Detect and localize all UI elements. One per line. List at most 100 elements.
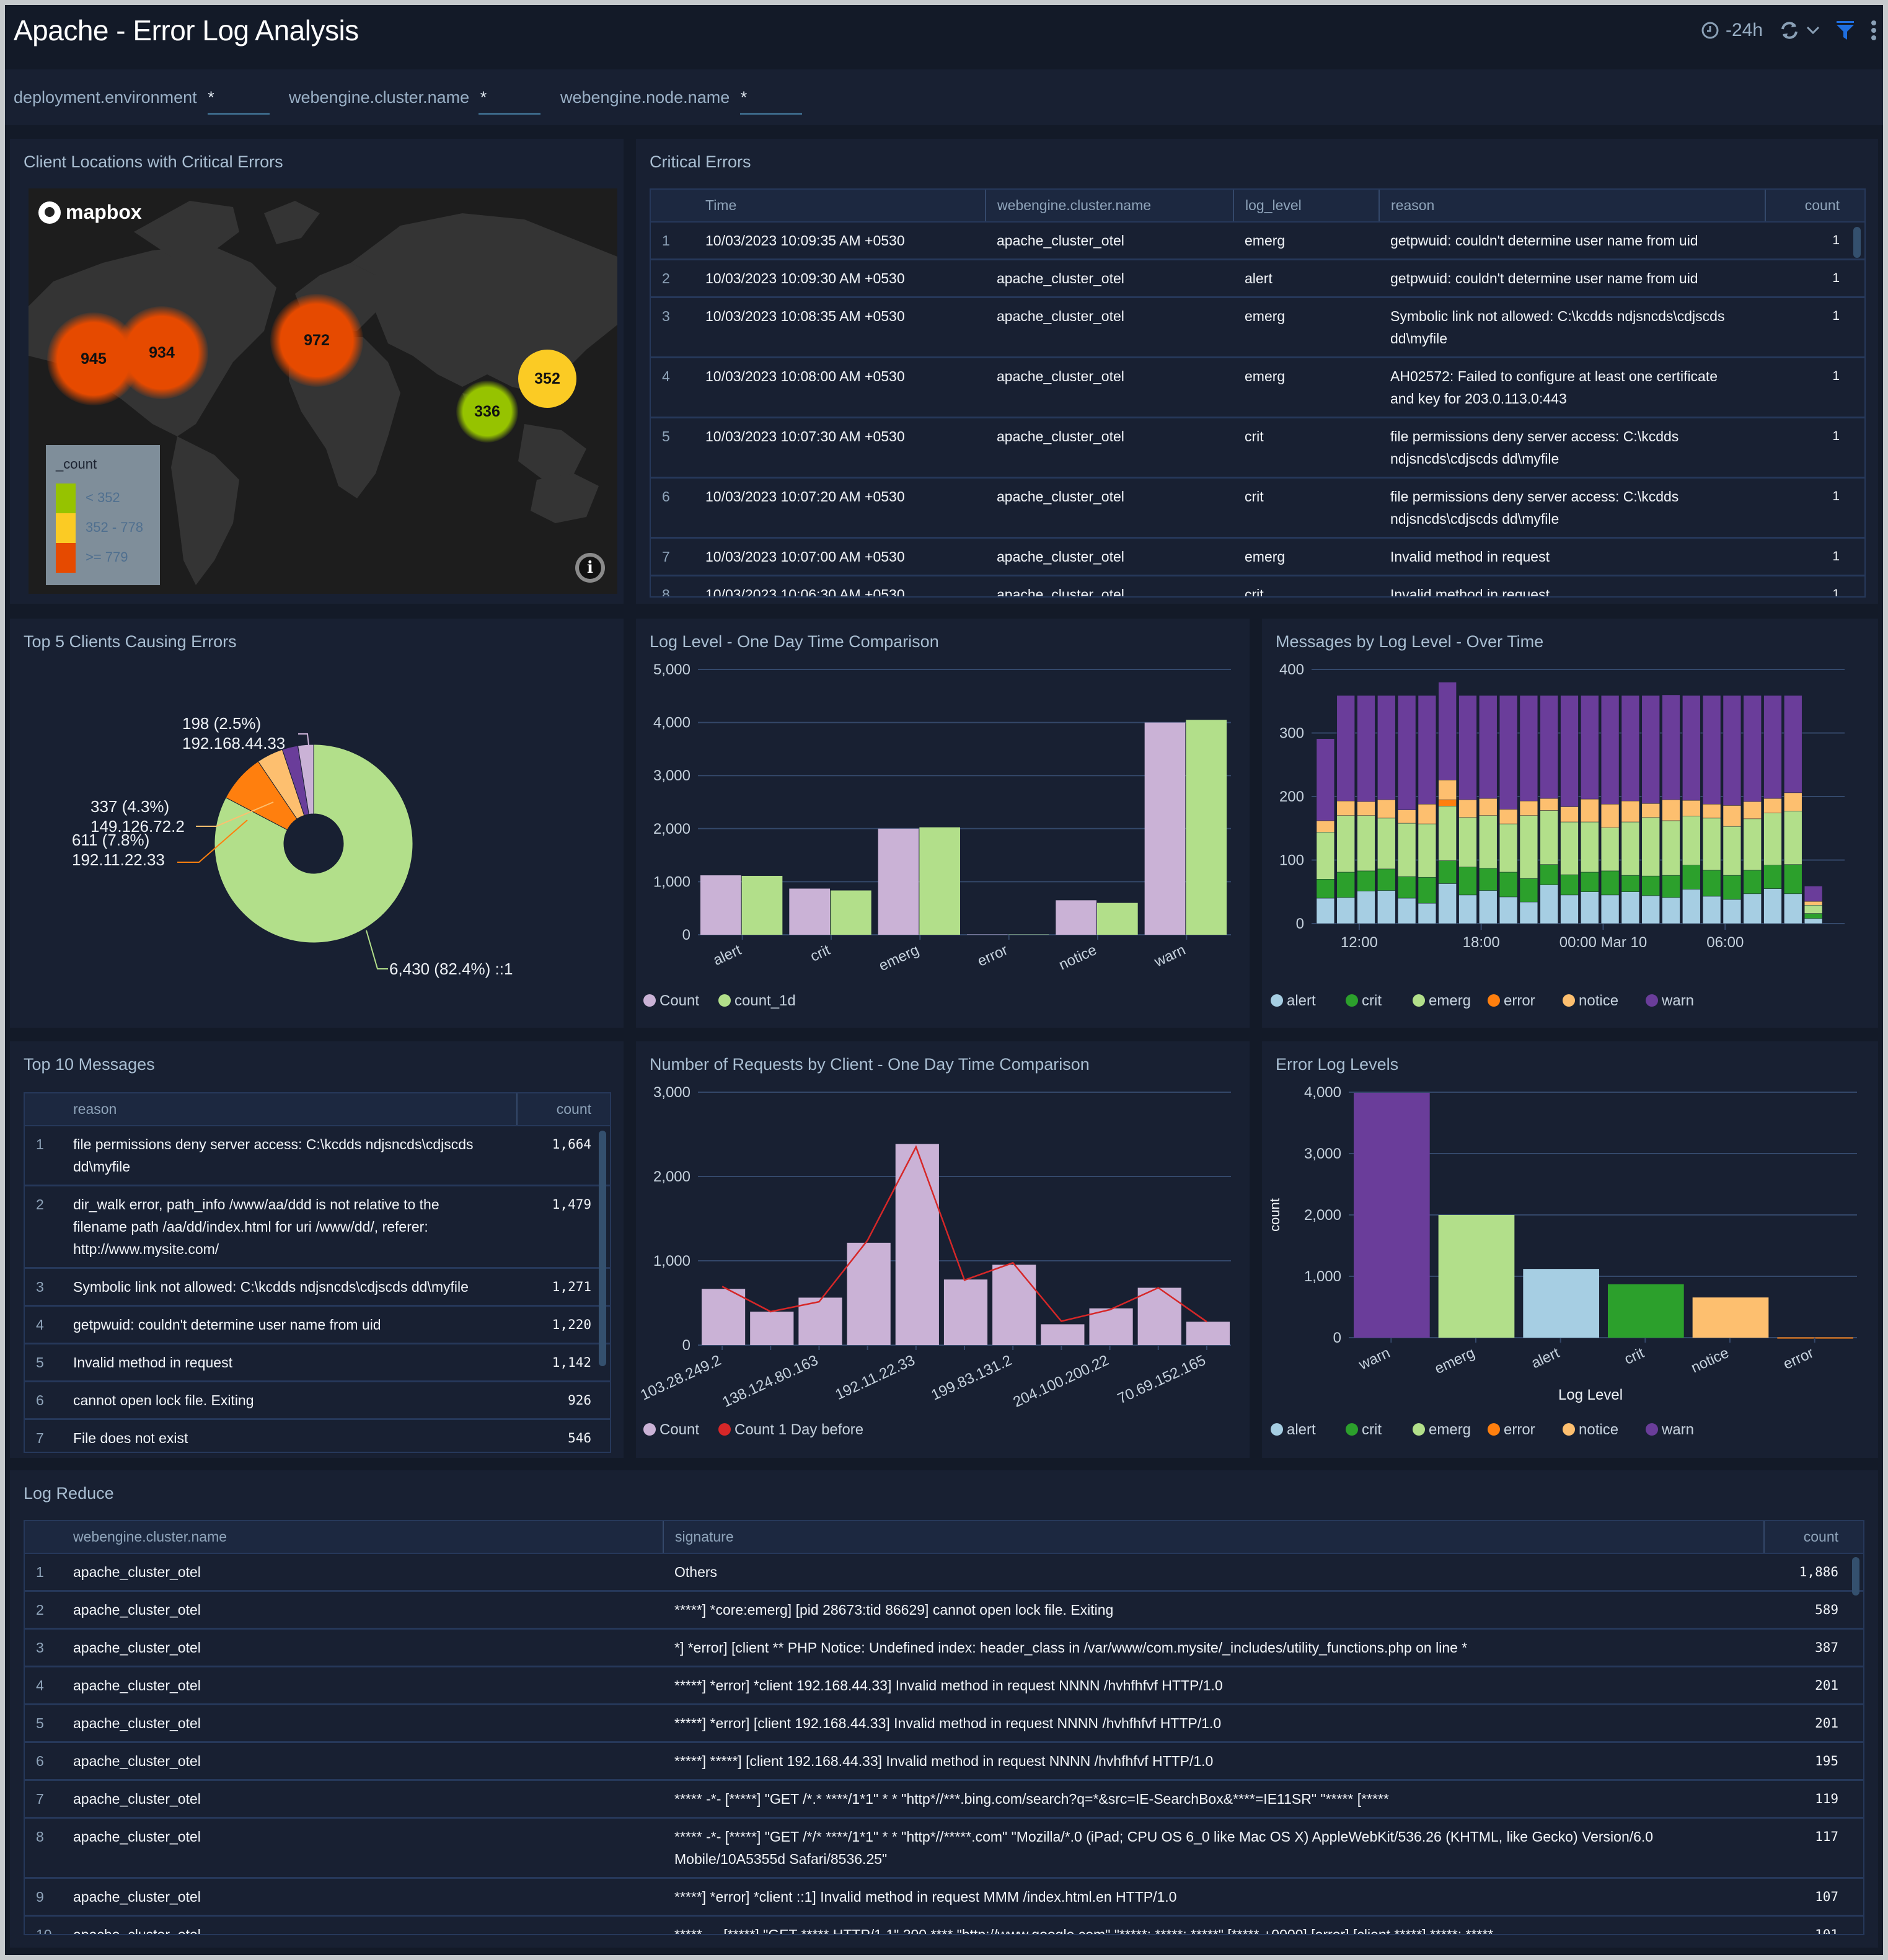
- cell-cluster: apache_cluster_otel: [986, 357, 1233, 418]
- cell-count: 117: [1764, 1817, 1863, 1879]
- filter-deployment-environment[interactable]: deployment.environment *: [14, 88, 270, 115]
- table-row[interactable]: 5 Invalid method in request 1,142: [25, 1343, 610, 1382]
- table-row[interactable]: 2 10/03/2023 10:09:30 AM +0530 apache_clus…: [651, 259, 1864, 298]
- cell-cluster: apache_cluster_otel: [62, 1878, 663, 1917]
- bar-segment: [1682, 800, 1701, 817]
- col-count[interactable]: count: [1765, 190, 1864, 223]
- filter-input-underline[interactable]: [208, 113, 270, 115]
- col-count[interactable]: count: [1763, 1521, 1863, 1554]
- bar-segment: [1397, 695, 1416, 810]
- cell-index: 2: [25, 1591, 62, 1630]
- dashboard-header: Apache - Error Log Analysis -24h: [5, 5, 1883, 67]
- legend-dot: [1563, 994, 1575, 1007]
- table-row[interactable]: 5 10/03/2023 10:07:30 AM +0530 apache_clus…: [651, 417, 1864, 479]
- table-row[interactable]: 2 dir_walk error, path_info /www/aa/ddd i…: [25, 1185, 610, 1269]
- cell-time: 10/03/2023 10:07:20 AM +0530: [694, 477, 986, 539]
- filter-input-underline[interactable]: [479, 113, 540, 115]
- bar-segment: [1621, 891, 1640, 924]
- bar-segment: [1641, 695, 1660, 804]
- bar: [1523, 1269, 1599, 1338]
- bar-segment: [1316, 879, 1335, 899]
- table-row[interactable]: 1 apache_cluster_otel Others 1,886: [25, 1553, 1863, 1592]
- refresh-button[interactable]: [1779, 20, 1820, 41]
- chevron-down-icon[interactable]: [1806, 26, 1820, 35]
- map-cluster-marker[interactable]: 336: [456, 381, 518, 443]
- more-vert-icon[interactable]: [1871, 20, 1877, 41]
- table-row[interactable]: 7 File does not exist 546: [25, 1419, 610, 1452]
- filter-webengine-node-name[interactable]: webengine.node.name *: [560, 88, 802, 115]
- info-icon[interactable]: i: [575, 553, 605, 583]
- y-tick-label: 0: [682, 927, 690, 943]
- y-tick-label: 300: [1279, 725, 1304, 742]
- bar-segment: [1519, 695, 1538, 801]
- bar-segment: [1540, 885, 1558, 924]
- table-row[interactable]: 10 apache_cluster_otel ***** - - [*****] "…: [25, 1915, 1863, 1934]
- table-row[interactable]: 4 getpwuid: couldn't determine user name …: [25, 1305, 610, 1344]
- filter-value[interactable]: *: [741, 88, 748, 107]
- cell-cluster: apache_cluster_otel: [986, 477, 1233, 539]
- legend-dot: [1346, 1423, 1358, 1436]
- panel-messages-over-time: Messages by Log Level - Over Time 0 100 20…: [1262, 619, 1878, 1028]
- x-tick-label: 00:00 Mar 10: [1559, 934, 1647, 951]
- table-row[interactable]: 9 apache_cluster_otel *****] *error] *clie…: [25, 1878, 1863, 1917]
- col-cluster[interactable]: webengine.cluster.name: [62, 1521, 663, 1554]
- legend-dot: [1646, 994, 1658, 1007]
- table-row[interactable]: 3 apache_cluster_otel *] *error] [client *…: [25, 1628, 1863, 1667]
- table-row[interactable]: 2 apache_cluster_otel *****] *core:emerg] …: [25, 1591, 1863, 1630]
- table-row[interactable]: 3 Symbolic link not allowed: C:\kcdds ndj…: [25, 1268, 610, 1307]
- cell-index: 1: [25, 1126, 62, 1186]
- table-row[interactable]: 7 10/03/2023 10:07:00 AM +0530 apache_clus…: [651, 537, 1864, 576]
- col-time[interactable]: Time: [694, 190, 986, 223]
- filter-value[interactable]: *: [208, 88, 214, 107]
- table-row[interactable]: 8 apache_cluster_otel ***** -*- [*****] "G…: [25, 1817, 1863, 1879]
- bar-segment: [1519, 815, 1538, 879]
- table-scrollbar[interactable]: [599, 1131, 606, 1366]
- cell-cluster: apache_cluster_otel: [986, 222, 1233, 260]
- filter-icon[interactable]: [1836, 20, 1855, 40]
- filter-input-underline[interactable]: [740, 113, 802, 115]
- col-reason[interactable]: reason: [62, 1093, 517, 1126]
- bar-segment: [1581, 798, 1599, 823]
- cell-index: 1: [651, 222, 694, 260]
- cell-time: 10/03/2023 10:07:30 AM +0530: [694, 417, 986, 479]
- col-cluster[interactable]: webengine.cluster.name: [985, 190, 1233, 223]
- col-reason[interactable]: reason: [1379, 190, 1765, 223]
- map-cluster-marker[interactable]: 352: [518, 350, 576, 408]
- bar-segment: [1418, 903, 1437, 924]
- cell-index: 4: [25, 1666, 62, 1705]
- legend-label: alert: [1287, 1421, 1316, 1438]
- table-scrollbar[interactable]: [1853, 227, 1861, 258]
- map-cluster-marker[interactable]: 972: [270, 294, 363, 387]
- map-cluster-marker[interactable]: 934: [115, 306, 208, 399]
- world-map[interactable]: mapbox 945 934 972 352 336 _count < 352 …: [29, 188, 617, 594]
- filter-webengine-cluster-name[interactable]: webengine.cluster.name *: [289, 88, 540, 115]
- cell-count: 107: [1764, 1878, 1863, 1917]
- filter-value[interactable]: *: [480, 88, 487, 107]
- panel-critical-errors: Critical Errors Time webengine.cluster.n…: [636, 139, 1878, 604]
- table-row[interactable]: 7 apache_cluster_otel ***** -*- [*****] "G…: [25, 1780, 1863, 1819]
- page-title: Apache - Error Log Analysis: [14, 14, 359, 46]
- legend-dot: [1346, 994, 1358, 1007]
- table-row[interactable]: 1 10/03/2023 10:09:35 AM +0530 apache_clus…: [651, 222, 1864, 260]
- col-log-level[interactable]: log_level: [1233, 190, 1379, 223]
- panel-top-clients: Top 5 Clients Causing Errors 6,430 (82.4…: [10, 619, 624, 1028]
- cluster-count: 336: [474, 402, 500, 420]
- table-row[interactable]: 6 apache_cluster_otel *****] *****] [clien…: [25, 1742, 1863, 1781]
- table-row[interactable]: 6 cannot open lock file. Exiting 926: [25, 1381, 610, 1420]
- table-row[interactable]: 6 10/03/2023 10:07:20 AM +0530 apache_clus…: [651, 477, 1864, 539]
- table-scrollbar[interactable]: [1852, 1557, 1859, 1596]
- panel-title: Critical Errors: [650, 152, 751, 171]
- table-row[interactable]: 1 file permissions deny server access: C:…: [25, 1126, 610, 1186]
- time-range-button[interactable]: -24h: [1701, 20, 1763, 41]
- bar-segment: [1458, 695, 1477, 800]
- x-tick-label: 18:00: [1463, 934, 1500, 951]
- table-row[interactable]: 4 10/03/2023 10:08:00 AM +0530 apache_clus…: [651, 357, 1864, 418]
- cell-index: 2: [25, 1185, 62, 1269]
- table-row[interactable]: 5 apache_cluster_otel *****] *error] [clie…: [25, 1704, 1863, 1743]
- table-row[interactable]: 8 10/03/2023 10:06:30 AM +0530 apache_clus…: [651, 575, 1864, 596]
- table-row[interactable]: 3 10/03/2023 10:08:35 AM +0530 apache_clus…: [651, 297, 1864, 358]
- col-signature[interactable]: signature: [663, 1521, 1764, 1554]
- y-tick-label: 3,000: [653, 1084, 690, 1101]
- table-row[interactable]: 4 apache_cluster_otel *****] *error] *clie…: [25, 1666, 1863, 1705]
- col-count[interactable]: count: [516, 1093, 610, 1126]
